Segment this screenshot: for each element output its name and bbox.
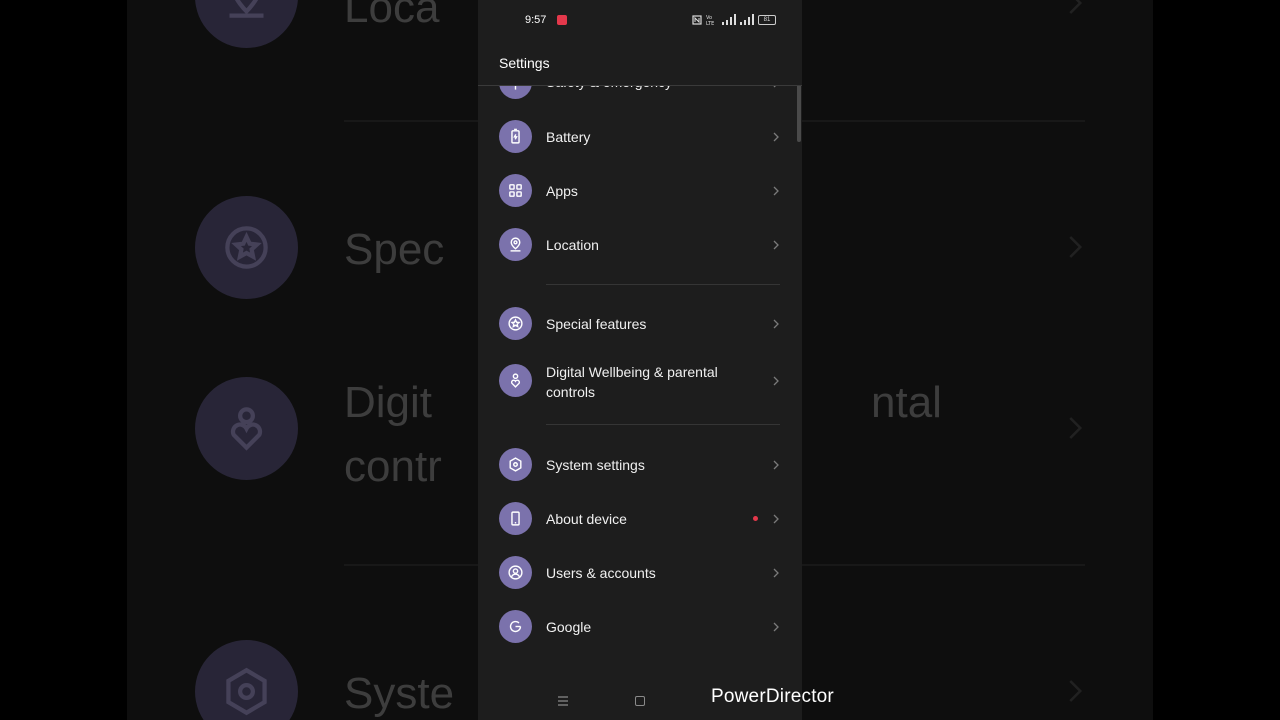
phone-icon [499,502,532,535]
home-button[interactable] [635,696,645,706]
settings-item-label: Users & accounts [546,565,656,581]
chevron-right-icon [773,186,779,196]
battery-icon [499,120,532,153]
settings-item-label: Digital Wellbeing & parental controls [546,364,718,400]
settings-item-label: Location [546,237,599,253]
chevron-right-icon [773,132,779,142]
star-icon [499,307,532,340]
chevron-right-icon [773,376,779,386]
settings-list[interactable]: Safety & emergency Battery Apps Location [478,0,802,720]
settings-item-label: Battery [546,129,591,145]
chevron-right-icon [773,460,779,470]
page-title: Settings [499,55,550,71]
heart-person-icon [499,364,532,397]
chevron-right-icon [773,319,779,329]
settings-item-label: Apps [546,183,578,199]
settings-item-label: Special features [546,316,647,332]
chevron-right-icon [773,622,779,632]
recent-apps-button[interactable] [557,696,569,706]
chevron-right-icon [773,514,779,524]
google-g-icon [499,610,532,643]
phone-screen: 9:57 VoLTE 81 Safety & emergency Battery [478,0,802,720]
powerdirector-watermark: PowerDirector [711,686,834,707]
location-pin-icon [499,228,532,261]
apps-grid-icon [499,174,532,207]
hexagon-gear-icon [499,448,532,481]
settings-item-label: System settings [546,457,645,473]
update-badge-dot [753,516,758,521]
settings-item-label: Google [546,619,592,635]
app-bar: Settings [478,44,802,86]
chevron-right-icon [773,568,779,578]
chevron-right-icon [773,240,779,250]
user-circle-icon [499,556,532,589]
section-divider [546,424,780,425]
settings-item-label: About device [546,511,627,527]
section-divider [546,284,780,285]
